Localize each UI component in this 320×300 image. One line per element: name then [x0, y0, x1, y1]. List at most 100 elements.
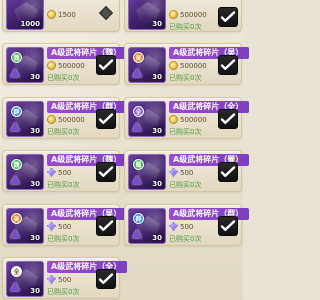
faction-triangle-icon [132, 122, 142, 131]
price: 500 [47, 222, 71, 231]
checkbox[interactable] [96, 55, 116, 75]
faction-triangle-icon [10, 68, 20, 77]
item-quantity: 30 [30, 180, 40, 188]
item-thumbnail: 群 30 [6, 101, 44, 137]
price-value: 500000 [58, 61, 85, 70]
item-quantity: 30 [30, 234, 40, 242]
item-quantity: 30 [152, 180, 162, 188]
gem-icon [47, 168, 56, 177]
shop-item-card[interactable]: 群 30 A级武将碎片（群） 500000 已购买0次 [2, 97, 128, 139]
item-thumbnail: 魏 30 [6, 47, 44, 83]
check-icon [220, 166, 236, 177]
check-icon [220, 113, 236, 124]
price-value: 500000 [180, 10, 207, 19]
faction-triangle-icon [10, 229, 20, 238]
shop-item-card[interactable]: 吴 30 A级武将碎片（吴） 500000 已购买0次 [124, 43, 250, 85]
item-quantity: 1000 [20, 20, 40, 28]
price: 500000 [47, 115, 85, 124]
faction-badge-icon: 吴 [133, 52, 144, 63]
check-icon [98, 166, 114, 177]
gem-icon [169, 222, 178, 231]
purchase-count: 已购买0次 [47, 128, 80, 136]
faction-triangle-icon [132, 229, 142, 238]
item-thumbnail: 吴 30 [6, 208, 44, 244]
item-quantity: 30 [152, 20, 162, 28]
checkbox[interactable] [218, 7, 238, 27]
check-icon [98, 113, 114, 124]
shop-item-card[interactable]: 全 30 A级武将碎片（全） 500000 已购买0次 [124, 97, 250, 139]
shop-item-card[interactable]: 魏 30 A级武将碎片（魏） 500 已购买0次 [2, 150, 128, 192]
checkbox[interactable] [96, 162, 116, 182]
gem-icon [47, 222, 56, 231]
shop-item-card[interactable]: 魏 30 A级武将碎片（魏） 500000 已购买0次 [2, 43, 128, 85]
coin-icon [169, 61, 178, 70]
item-thumbnail: 群 30 [128, 208, 166, 244]
coin-icon [47, 115, 56, 124]
checkbox[interactable] [96, 216, 116, 236]
price-value: 500 [180, 222, 194, 231]
item-quantity: 30 [30, 127, 40, 135]
faction-triangle-icon [10, 122, 20, 131]
price-value: 500 [58, 222, 72, 231]
coin-icon [47, 10, 56, 19]
price-value: 500 [58, 275, 72, 284]
checkbox[interactable] [218, 162, 238, 182]
faction-triangle-icon [132, 68, 142, 77]
gem-icon [169, 168, 178, 177]
price: 500 [169, 222, 193, 231]
item-thumbnail: 蜀 30 [128, 154, 166, 190]
faction-badge-icon: 全 [11, 266, 22, 277]
purchase-count: 已购买0次 [169, 23, 202, 31]
price: 500000 [47, 61, 85, 70]
checkbox[interactable] [96, 109, 116, 129]
item-quantity: 30 [30, 73, 40, 81]
faction-badge-icon: 蜀 [133, 159, 144, 170]
check-icon [98, 59, 114, 70]
faction-badge-icon: 群 [11, 106, 22, 117]
check-icon [220, 11, 236, 22]
item-thumbnail: 全 30 [128, 101, 166, 137]
price: 500000 [169, 115, 207, 124]
shop-item-card[interactable]: 1000 1500 [2, 0, 120, 32]
faction-triangle-icon [10, 175, 20, 184]
purchase-count: 已购买0次 [47, 74, 80, 82]
purchase-count: 已购买0次 [169, 128, 202, 136]
checkbox[interactable] [218, 55, 238, 75]
checkbox[interactable] [218, 109, 238, 129]
coin-icon [169, 10, 178, 19]
purchase-count: 已购买0次 [169, 181, 202, 189]
item-thumbnail: 吴 30 [128, 47, 166, 83]
price-value: 500000 [58, 115, 85, 124]
purchase-count: 已购买0次 [47, 288, 80, 296]
shop-item-card[interactable]: 群 30 A级武将碎片（群） 500 已购买0次 [124, 204, 250, 246]
item-quantity: 30 [30, 287, 40, 295]
item-quantity: 30 [152, 127, 162, 135]
price-value: 500 [58, 168, 72, 177]
item-thumbnail: 30 [128, 0, 166, 30]
shop-item-card[interactable]: 30 500000 已购买0次 [124, 0, 242, 32]
shop-item-card[interactable]: 吴 30 A级武将碎片（吴） 500 已购买0次 [2, 204, 128, 246]
checkbox[interactable] [96, 269, 116, 289]
purchase-count: 已购买0次 [169, 235, 202, 243]
diamond-marker-icon [98, 5, 114, 21]
price: 500000 [169, 10, 207, 19]
price: 500 [47, 168, 71, 177]
price-value: 500000 [180, 61, 207, 70]
check-icon [220, 220, 236, 231]
check-icon [220, 59, 236, 70]
shop-item-card[interactable]: 蜀 30 A级武将碎片（蜀） 500 已购买0次 [124, 150, 250, 192]
item-quantity: 30 [152, 73, 162, 81]
shop-item-card[interactable]: 全 30 A级武将碎片（全） 500 已购买0次 [2, 257, 128, 299]
item-quantity: 30 [152, 234, 162, 242]
item-thumbnail: 1000 [6, 0, 44, 30]
purchase-count: 已购买0次 [169, 74, 202, 82]
purchase-count: 已购买0次 [47, 235, 80, 243]
price: 500 [169, 168, 193, 177]
faction-badge-icon: 魏 [11, 159, 22, 170]
price-value: 500000 [180, 115, 207, 124]
faction-triangle-icon [132, 175, 142, 184]
price: 500000 [169, 61, 207, 70]
checkbox[interactable] [218, 216, 238, 236]
coin-icon [47, 61, 56, 70]
check-icon [98, 220, 114, 231]
